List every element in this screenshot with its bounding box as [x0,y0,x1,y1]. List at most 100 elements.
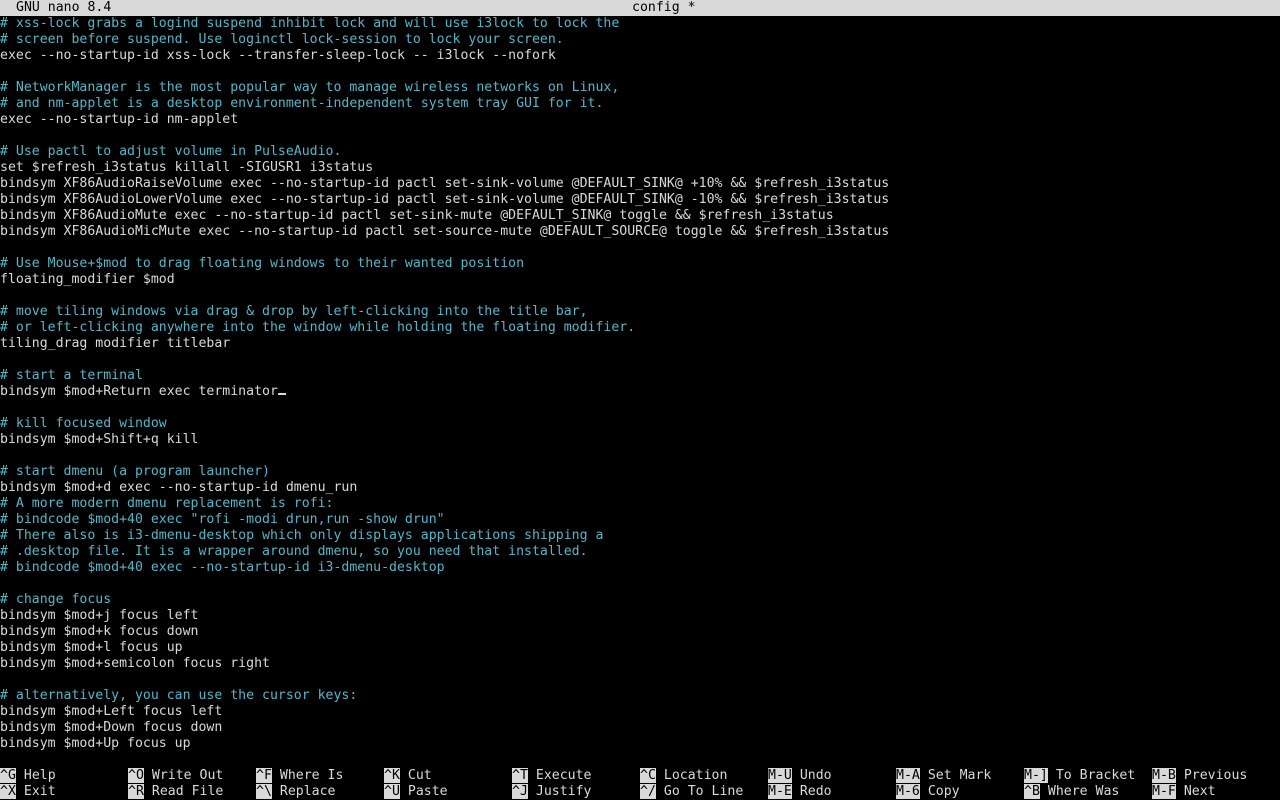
shortcut-label: Exit [23,784,56,799]
shortcut-set-mark[interactable]: M-A Set Mark [896,768,991,784]
shortcut-label: Redo [799,784,832,799]
shortcut-label: Cut [407,768,432,783]
shortcut-label: Set Mark [927,768,992,783]
shortcut-label: Next [1183,784,1216,799]
line-text: # xss-lock grabs a logind suspend inhibi… [0,16,620,31]
code-line[interactable]: bindsym $mod+j focus left [0,608,1280,624]
shortcut-key: ^C [640,768,656,783]
code-line[interactable]: bindsym XF86AudioMute exec --no-startup-… [0,208,1280,224]
code-line[interactable]: bindsym XF86AudioMicMute exec --no-start… [0,224,1280,240]
code-line[interactable]: bindsym XF86AudioRaiseVolume exec --no-s… [0,176,1280,192]
shortcut-label: Previous [1183,768,1248,783]
comment-line[interactable]: # bindcode $mod+40 exec --no-startup-id … [0,560,1280,576]
shortcut-justify[interactable]: ^J Justify [512,784,591,800]
code-line[interactable] [0,672,1280,688]
comment-line[interactable]: # alternatively, you can use the cursor … [0,688,1280,704]
line-text: bindsym XF86AudioLowerVolume exec --no-s… [0,192,890,207]
shortcut-to-bracket[interactable]: M-] To Bracket [1024,768,1135,784]
comment-line[interactable]: # screen before suspend. Use loginctl lo… [0,32,1280,48]
line-text: set $refresh_i3status killall -SIGUSR1 i… [0,160,374,175]
shortcut-key: ^J [512,784,528,799]
comment-line[interactable]: # start dmenu (a program launcher) [0,464,1280,480]
line-text: # NetworkManager is the most popular way… [0,80,620,95]
code-line[interactable]: bindsym $mod+Up focus up [0,736,1280,752]
shortcut-replace[interactable]: ^\ Replace [256,784,335,800]
shortcut-previous[interactable]: M-B Previous [1152,768,1247,784]
line-text: bindsym $mod+semicolon focus right [0,656,270,671]
shortcut-copy[interactable]: M-6 Copy [896,784,960,800]
line-text: bindsym $mod+Up focus up [0,736,191,751]
code-line[interactable]: bindsym XF86AudioLowerVolume exec --no-s… [0,192,1280,208]
comment-line[interactable]: # change focus [0,592,1280,608]
shortcut-bar: ^G Help ^X Exit ^O Write Out ^R Read File ^F Wher… [0,768,1280,800]
code-line[interactable]: bindsym $mod+Return exec terminator [0,384,1280,400]
shortcut-write-out[interactable]: ^O Write Out [128,768,223,784]
shortcut-go-to-line[interactable]: ^/ Go To Line [640,784,743,800]
code-line[interactable] [0,576,1280,592]
code-line[interactable]: bindsym $mod+Shift+q kill [0,432,1280,448]
code-line[interactable] [0,400,1280,416]
comment-line[interactable]: # xss-lock grabs a logind suspend inhibi… [0,16,1280,32]
comment-line[interactable]: # A more modern dmenu replacement is rof… [0,496,1280,512]
line-text: bindsym $mod+d exec --no-startup-id dmen… [0,480,358,495]
shortcut-execute[interactable]: ^T Execute [512,768,591,784]
shortcut-where-is[interactable]: ^F Where Is [256,768,343,784]
comment-line[interactable]: # bindcode $mod+40 exec "rofi -modi drun… [0,512,1280,528]
shortcut-label: Go To Line [663,784,744,799]
code-line[interactable] [0,64,1280,80]
shortcut-location[interactable]: ^C Location [640,768,727,784]
code-line[interactable] [0,352,1280,368]
line-text: # or left-clicking anywhere into the win… [0,320,636,335]
shortcut-exit[interactable]: ^X Exit [0,784,56,800]
shortcut-key: M-] [1024,768,1048,783]
comment-line[interactable]: # kill focused window [0,416,1280,432]
shortcut-key: M-A [896,768,920,783]
line-text: # start dmenu (a program launcher) [0,464,270,479]
shortcut-read-file[interactable]: ^R Read File [128,784,223,800]
comment-line[interactable]: # and nm-applet is a desktop environment… [0,96,1280,112]
code-line[interactable]: exec --no-startup-id xss-lock --transfer… [0,48,1280,64]
code-line[interactable]: bindsym $mod+semicolon focus right [0,656,1280,672]
code-line[interactable] [0,288,1280,304]
shortcut-where-was[interactable]: ^B Where Was [1024,784,1119,800]
shortcut-undo[interactable]: M-U Undo [768,768,832,784]
line-text: # Use Mouse+$mod to drag floating window… [0,256,525,271]
code-line[interactable]: bindsym $mod+k focus down [0,624,1280,640]
code-line[interactable] [0,448,1280,464]
code-line[interactable]: floating_modifier $mod [0,272,1280,288]
comment-line[interactable]: # There also is i3-dmenu-desktop which o… [0,528,1280,544]
shortcut-key: M-B [1152,768,1176,783]
line-text: # There also is i3-dmenu-desktop which o… [0,528,604,543]
shortcut-help[interactable]: ^G Help [0,768,56,784]
shortcut-label: Location [663,768,728,783]
shortcut-label: Justify [535,784,592,799]
code-line[interactable] [0,240,1280,256]
code-line[interactable]: bindsym $mod+d exec --no-startup-id dmen… [0,480,1280,496]
code-line[interactable]: tiling_drag modifier titlebar [0,336,1280,352]
editor-text-area[interactable]: # xss-lock grabs a logind suspend inhibi… [0,16,1280,768]
line-text: bindsym $mod+Return exec terminator [0,384,278,399]
comment-line[interactable]: # NetworkManager is the most popular way… [0,80,1280,96]
comment-line[interactable]: # start a terminal [0,368,1280,384]
comment-line[interactable]: # .desktop file. It is a wrapper around … [0,544,1280,560]
code-line[interactable]: bindsym $mod+l focus up [0,640,1280,656]
line-text: bindsym $mod+l focus up [0,640,183,655]
shortcut-cut[interactable]: ^K Cut [384,768,432,784]
comment-line[interactable]: # or left-clicking anywhere into the win… [0,320,1280,336]
comment-line[interactable]: # move tiling windows via drag & drop by… [0,304,1280,320]
shortcut-paste[interactable]: ^U Paste [384,784,448,800]
code-line[interactable]: bindsym $mod+Down focus down [0,720,1280,736]
nano-title-bar: GNU nano 8.4 config * [0,0,1280,16]
shortcut-redo[interactable]: M-E Redo [768,784,832,800]
code-line[interactable]: set $refresh_i3status killall -SIGUSR1 i… [0,160,1280,176]
code-line[interactable] [0,128,1280,144]
code-line[interactable]: exec --no-startup-id nm-applet [0,112,1280,128]
shortcut-next[interactable]: M-F Next [1152,784,1216,800]
code-line[interactable]: bindsym $mod+Left focus left [0,704,1280,720]
shortcut-label: Where Is [279,768,344,783]
shortcut-key: ^/ [640,784,656,799]
shortcut-key: M-6 [896,784,920,799]
comment-line[interactable]: # Use Mouse+$mod to drag floating window… [0,256,1280,272]
comment-line[interactable]: # Use pactl to adjust volume in PulseAud… [0,144,1280,160]
shortcut-key: ^B [1024,784,1040,799]
